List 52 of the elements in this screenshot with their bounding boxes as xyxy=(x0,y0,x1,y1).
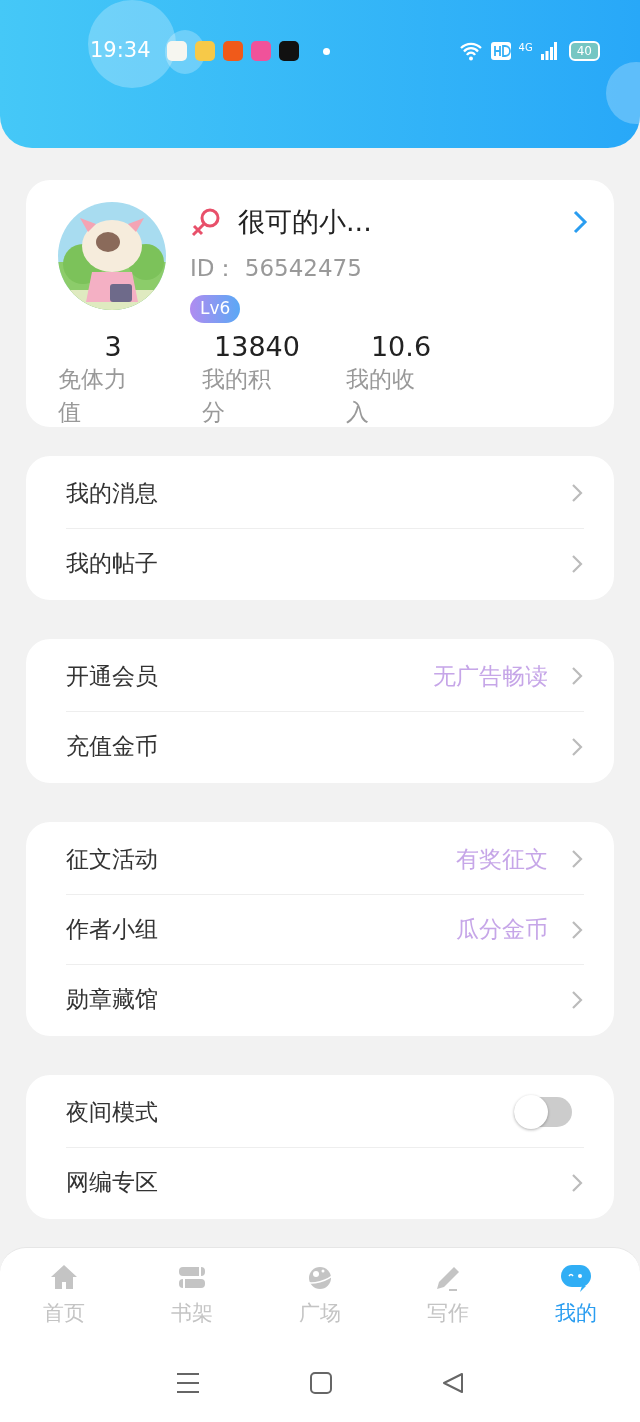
stat-label: 我的收入 xyxy=(346,364,416,428)
menu-row[interactable]: 夜间模式 xyxy=(66,1077,584,1147)
stat-label: 免体力值 xyxy=(58,364,128,428)
row-label: 开通会员 xyxy=(66,661,159,691)
menu-row[interactable]: 作者小组 瓜分金币 xyxy=(66,894,584,964)
row-label: 征文活动 xyxy=(66,844,159,874)
row-label: 勋章藏馆 xyxy=(66,985,159,1015)
home-icon[interactable] xyxy=(310,1371,332,1394)
row-label: 作者小组 xyxy=(66,915,159,945)
menu-row[interactable]: 充值金币 xyxy=(66,711,584,781)
row-label: 我的消息 xyxy=(66,478,159,508)
stat-value: 10.6 xyxy=(369,330,433,363)
row-hint: 有奖征文 xyxy=(456,844,548,874)
battery-indicator: 40 xyxy=(568,41,600,61)
stat-value: 13840 xyxy=(213,330,301,363)
back-icon[interactable] xyxy=(442,1371,464,1394)
row-label: 网编专区 xyxy=(66,1168,159,1198)
chevron-right-icon xyxy=(570,918,584,941)
menu-row[interactable]: 我的帖子 xyxy=(66,528,584,598)
network-label: 4G xyxy=(518,43,533,53)
dot-icon xyxy=(322,47,330,55)
chevron-right-icon xyxy=(570,552,584,575)
stat-label: 我的积分 xyxy=(202,364,272,428)
menu-row[interactable]: 我的消息 xyxy=(66,458,584,528)
chevron-right-icon xyxy=(570,735,584,758)
menu-row[interactable]: 网编专区 xyxy=(66,1147,584,1217)
stat-value: 3 xyxy=(103,330,123,363)
menu-row[interactable]: 征文活动 有奖征文 xyxy=(66,824,584,894)
chevron-right-icon xyxy=(570,665,584,687)
profile-card[interactable]: 很可的小... ID： 56542475 Lv6 3 免体力值 13840 我的积分 10.6 我的收入 xyxy=(26,180,614,427)
toggle-switch[interactable] xyxy=(514,1097,572,1127)
row-hint: 瓜分金币 xyxy=(456,915,548,945)
level-badge: Lv6 xyxy=(190,295,241,323)
wifi-icon xyxy=(458,41,483,61)
row-label: 夜间模式 xyxy=(66,1097,159,1127)
hd-icon xyxy=(490,42,511,60)
chevron-right-icon xyxy=(570,988,584,1011)
row-label: 我的帖子 xyxy=(66,549,159,579)
menu-icon[interactable] xyxy=(176,1371,200,1394)
row-label: 充值金币 xyxy=(66,732,159,762)
user-name: 很可的小... xyxy=(238,205,373,239)
menu-row[interactable]: 开通会员 无广告畅读 xyxy=(66,641,584,711)
female-icon xyxy=(190,206,222,239)
signal-icon xyxy=(540,42,557,60)
status-time: 19:34 xyxy=(90,37,151,65)
chevron-right-icon[interactable] xyxy=(572,209,588,236)
chevron-right-icon xyxy=(570,848,584,870)
chevron-right-icon xyxy=(570,482,584,504)
menu-row[interactable]: 勋章藏馆 xyxy=(66,964,584,1034)
row-hint: 无广告畅读 xyxy=(433,661,548,691)
chevron-right-icon xyxy=(570,1171,584,1194)
user-id: ID： 56542475 xyxy=(190,253,363,283)
